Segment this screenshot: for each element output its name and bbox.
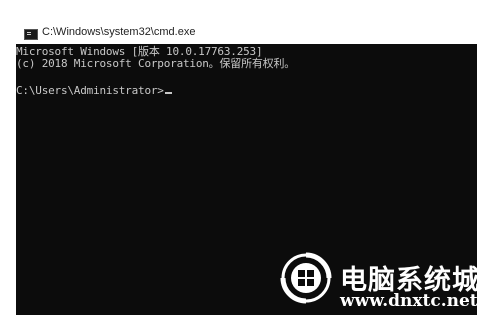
console-prompt-line[interactable]: C:\Users\Administrator> bbox=[16, 85, 172, 97]
cmd-app-icon bbox=[24, 29, 38, 40]
watermark-site-url: www.dnxtc.net bbox=[340, 291, 477, 311]
watermark-logo-icon bbox=[280, 252, 332, 304]
console-prompt: C:\Users\Administrator> bbox=[16, 84, 164, 97]
console-line-copyright: (c) 2018 Microsoft Corporation。保留所有权利。 bbox=[16, 57, 296, 70]
window-title: C:\Windows\system32\cmd.exe bbox=[42, 26, 196, 38]
text-cursor bbox=[164, 92, 172, 94]
window-titlebar[interactable]: C:\Windows\system32\cmd.exe bbox=[0, 0, 477, 44]
